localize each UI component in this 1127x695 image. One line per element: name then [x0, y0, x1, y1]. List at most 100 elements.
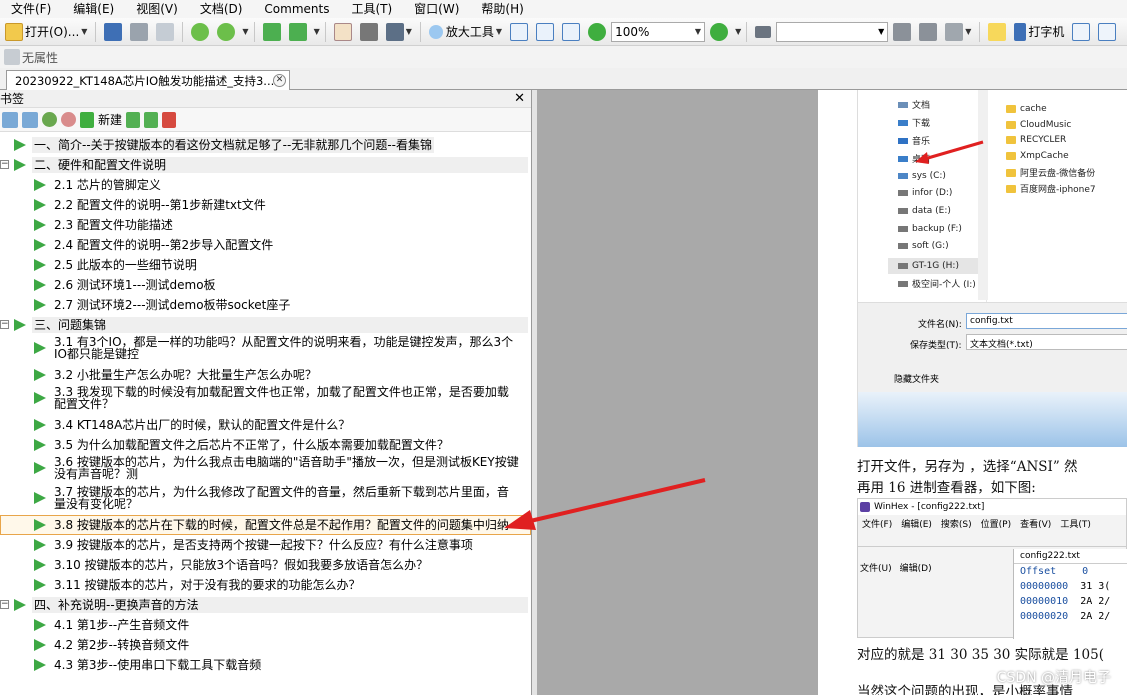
find-button[interactable] — [752, 20, 774, 44]
find-previous-bookmark-icon[interactable] — [61, 112, 76, 127]
menu-file[interactable]: 文件(F) — [0, 0, 62, 18]
drive-item: 极空间-个人 (I:) — [898, 277, 976, 290]
callout-button[interactable] — [1095, 20, 1119, 44]
hand-tool-button[interactable] — [331, 20, 355, 44]
find-next-button[interactable] — [916, 20, 940, 44]
find-prev-button[interactable] — [890, 20, 914, 44]
winhex-screenshot: WinHex - [config222.txt] 文件(F) 编辑(E) 搜索(… — [857, 498, 1127, 639]
zoom-select[interactable]: 100% ▼ — [611, 21, 706, 42]
search-dropdown[interactable]: ▼ — [776, 21, 889, 42]
open-button[interactable]: 打开(O)... ▼ — [2, 20, 90, 44]
bookmark-item[interactable]: 3.3 我发现下载的时候没有加载配置文件也正常，加载了配置文件也正常，是否要加载… — [0, 385, 531, 411]
rotate-left-button[interactable] — [260, 20, 284, 44]
bookmark-item[interactable]: 3.6 按键版本的芯片，为什么我点击电脑端的"语音助手"播放一次，但是测试板KE… — [0, 455, 531, 481]
folder-icon — [1006, 105, 1016, 113]
folder-label: 百度网盘-iphone7 — [1020, 185, 1096, 195]
bookmark-icon — [34, 179, 46, 191]
drive-item: backup (F:) — [898, 224, 962, 234]
hand-icon — [333, 22, 352, 41]
bookmark-item[interactable]: 3.9 按键版本的芯片，是否支持两个按键一起按下？什么反应？有什么注意事项 — [0, 535, 531, 555]
bookmark-item[interactable]: 2.4 配置文件的说明--第2步导入配置文件 — [0, 235, 531, 255]
new-bookmark-icon[interactable] — [80, 111, 94, 128]
zoom-tool-button[interactable]: 放大工具 ▼ — [426, 20, 505, 44]
chevron-down-icon: ▼ — [81, 27, 88, 36]
close-tab-icon[interactable]: ✕ — [273, 74, 286, 87]
fit-width-button[interactable] — [559, 20, 583, 44]
bookmark-item-selected[interactable]: 3.8 按键版本的芯片在下载的时候，配置文件总是不起作用？配置文件的问题集中归纳 — [0, 515, 531, 535]
bookmark-item[interactable]: 2.5 此版本的一些细节说明 — [0, 255, 531, 275]
menu-tools[interactable]: 工具(T) — [340, 0, 403, 18]
bookmark-item[interactable]: 3.5 为什么加载配置文件之后芯片不正常了，什么版本需要加载配置文件？ — [0, 435, 531, 455]
bookmark-item[interactable]: 3.4 KT148A芯片出厂的时候，默认的配置文件是什么？ — [0, 415, 531, 435]
menu-edit[interactable]: 编辑(E) — [62, 0, 125, 18]
collapse-icon[interactable]: − — [0, 320, 9, 329]
toolbar-separator — [324, 21, 326, 42]
find-bookmark-icon[interactable] — [42, 112, 57, 127]
stamp-button[interactable]: ▼ — [942, 20, 974, 44]
chevron-down-icon[interactable]: ▼ — [242, 27, 248, 36]
bookmark-label: 3.11 按键版本的芯片，对于没有我的要求的功能怎么办？ — [54, 578, 361, 592]
close-panel-icon[interactable]: ✕ — [514, 91, 527, 106]
document-tab[interactable]: 20230922_KT148A芯片IO触发功能描述_支持3... ✕ — [6, 70, 290, 90]
toolbar-separator — [419, 21, 421, 42]
zoom-out-button[interactable] — [585, 20, 609, 44]
menu-view[interactable]: 视图(V) — [125, 0, 189, 18]
email-button[interactable] — [153, 20, 177, 44]
collapse-icon[interactable]: − — [0, 160, 9, 169]
chevron-down-icon[interactable]: ▼ — [314, 27, 320, 36]
bookmark-item[interactable]: − 三、问题集锦 — [0, 315, 531, 335]
snapshot-button[interactable] — [357, 20, 381, 44]
save-button[interactable] — [101, 20, 125, 44]
bookmark-item[interactable]: 3.11 按键版本的芯片，对于没有我的要求的功能怎么办？ — [0, 575, 531, 595]
print-button[interactable] — [127, 20, 151, 44]
bookmark-item[interactable]: 2.3 配置文件功能描述 — [0, 215, 531, 235]
bookmark-item[interactable]: 4.3 第3步--使用串口下载工具下载音频 — [0, 655, 531, 675]
bookmark-item[interactable]: 4.1 第1步--产生音频文件 — [0, 615, 531, 635]
bookmark-item[interactable]: 2.6 测试环境1---测试demo板 — [0, 275, 531, 295]
bookmark-item[interactable]: 3.1 有3个IO，都是一样的功能吗？从配置文件的说明来看，功能是键控发声，那么… — [0, 335, 531, 361]
bookmark-item[interactable]: − 二、硬件和配置文件说明 — [0, 155, 531, 175]
zoom-in-button[interactable] — [707, 20, 731, 44]
bookmark-item[interactable]: 4.2 第2步--转换音频文件 — [0, 635, 531, 655]
bookmark-icon — [34, 342, 46, 354]
bookmark-label: 2.7 测试环境2---测试demo板带socket座子 — [54, 298, 291, 312]
bookmark-item[interactable]: 3.7 按键版本的芯片，为什么我修改了配置文件的音量，然后重新下载到芯片里面，音… — [0, 485, 531, 511]
forward-button[interactable] — [214, 20, 238, 44]
new-bookmark-button[interactable]: 新建 — [98, 111, 122, 128]
expand-all-icon[interactable] — [2, 111, 18, 128]
folder-icon — [1006, 152, 1016, 160]
textbox-button[interactable] — [1069, 20, 1093, 44]
bookmark-item[interactable]: 3.2 小批量生产怎么办呢？大批量生产怎么办呢？ — [0, 365, 531, 385]
comment-button[interactable] — [985, 20, 1009, 44]
back-button[interactable] — [188, 20, 212, 44]
print-icon — [130, 22, 149, 41]
text-select-button[interactable]: ▼ — [383, 20, 415, 44]
menu-comments[interactable]: Comments — [253, 0, 340, 18]
collapse-icon[interactable]: − — [0, 600, 9, 609]
chevron-down-icon[interactable]: ▼ — [735, 27, 741, 36]
rotate-right-button[interactable] — [286, 20, 310, 44]
collapse-all-icon[interactable] — [22, 111, 38, 128]
winhex-menu-item: 工具(T) — [1060, 519, 1091, 530]
bookmark-item[interactable]: 3.10 按键版本的芯片，只能放3个语音吗？假如我要多放语音怎么办？ — [0, 555, 531, 575]
typewriter-button[interactable]: 打字机 — [1011, 20, 1067, 44]
bookmark-item[interactable]: − 四、补充说明--更换声音的方法 — [0, 595, 531, 615]
menu-window[interactable]: 窗口(W) — [403, 0, 470, 18]
bookmark-icon — [34, 219, 46, 231]
properties-label[interactable]: 无属性 — [22, 49, 58, 66]
winhex-menu-item: 查看(V) — [1020, 519, 1052, 530]
menu-help[interactable]: 帮助(H) — [470, 0, 534, 18]
bookmark-item[interactable]: 一、简介--关于按键版本的看这份文档就足够了--无非就那几个问题--看集锦 — [0, 135, 531, 155]
document-page: 文档 下载 音乐 桌面 sys (C:) infor (D:) data (E:… — [818, 90, 1127, 695]
fit-page-button[interactable] — [533, 20, 557, 44]
actual-size-button[interactable] — [507, 20, 531, 44]
bookmark-item[interactable]: 2.2 配置文件的说明--第1步新建txt文件 — [0, 195, 531, 215]
bookmark-icon — [34, 639, 46, 651]
bookmark-down-icon[interactable] — [144, 111, 159, 128]
delete-bookmark-icon[interactable] — [162, 111, 177, 128]
menu-document[interactable]: 文档(D) — [189, 0, 254, 18]
bookmark-label: 3.1 有3个IO，都是一样的功能吗？从配置文件的说明来看，功能是键控发声，那么… — [54, 335, 514, 361]
bookmark-up-icon[interactable] — [126, 111, 141, 128]
bookmark-item[interactable]: 2.1 芯片的管脚定义 — [0, 175, 531, 195]
bookmark-item[interactable]: 2.7 测试环境2---测试demo板带socket座子 — [0, 295, 531, 315]
